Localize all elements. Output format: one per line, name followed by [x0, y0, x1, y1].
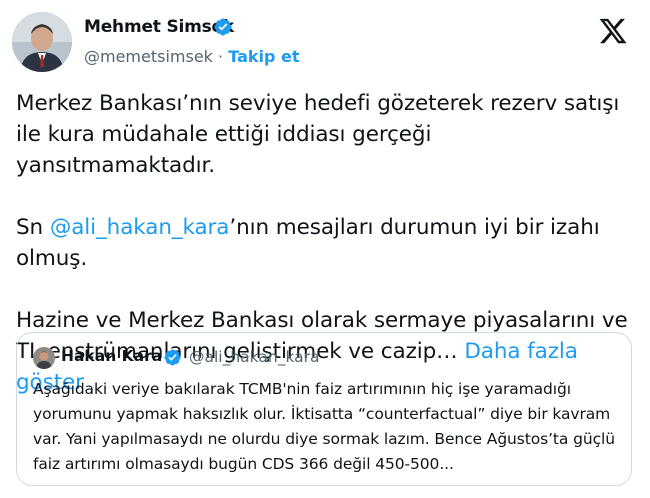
quote-text: Aşağıdaki veriye bakılarak TCMB'nin faiz…: [33, 380, 615, 473]
quote-verified-badge-icon: [164, 349, 181, 366]
author-handle[interactable]: @memetsimsek: [84, 47, 213, 66]
quoted-tweet[interactable]: Hakan Kara @ali_hakan_kara Aşağıdaki ver…: [16, 332, 632, 486]
profile-photo-icon: [12, 12, 72, 72]
tweet-paragraph-2: Sn @ali_hakan_kara’nın mesajları durumun…: [16, 212, 636, 274]
paragraph-2-prefix: Sn: [16, 215, 50, 240]
quote-profile-photo-icon: [33, 347, 55, 369]
x-logo-icon[interactable]: [598, 16, 628, 46]
tweet-paragraph-1: Merkez Bankası’nın seviye hedefi gözeter…: [16, 91, 620, 178]
quote-author-handle[interactable]: @ali_hakan_kara: [189, 348, 320, 366]
handle-separator: ·: [212, 47, 229, 66]
author-avatar[interactable]: [12, 12, 72, 72]
quote-author-avatar[interactable]: [33, 347, 55, 369]
author-handle-line: @memetsimsek · Takip et: [84, 47, 300, 66]
author-name[interactable]: Mehmet Simsek: [84, 17, 234, 37]
follow-button[interactable]: Takip et: [228, 47, 299, 66]
verified-badge-icon: [214, 18, 232, 36]
tweet-card: Mehmet Simsek @memetsimsek · Takip et Me…: [0, 0, 650, 498]
quote-author-name[interactable]: Hakan Kara: [61, 347, 162, 365]
mention-link[interactable]: @ali_hakan_kara: [50, 215, 230, 240]
